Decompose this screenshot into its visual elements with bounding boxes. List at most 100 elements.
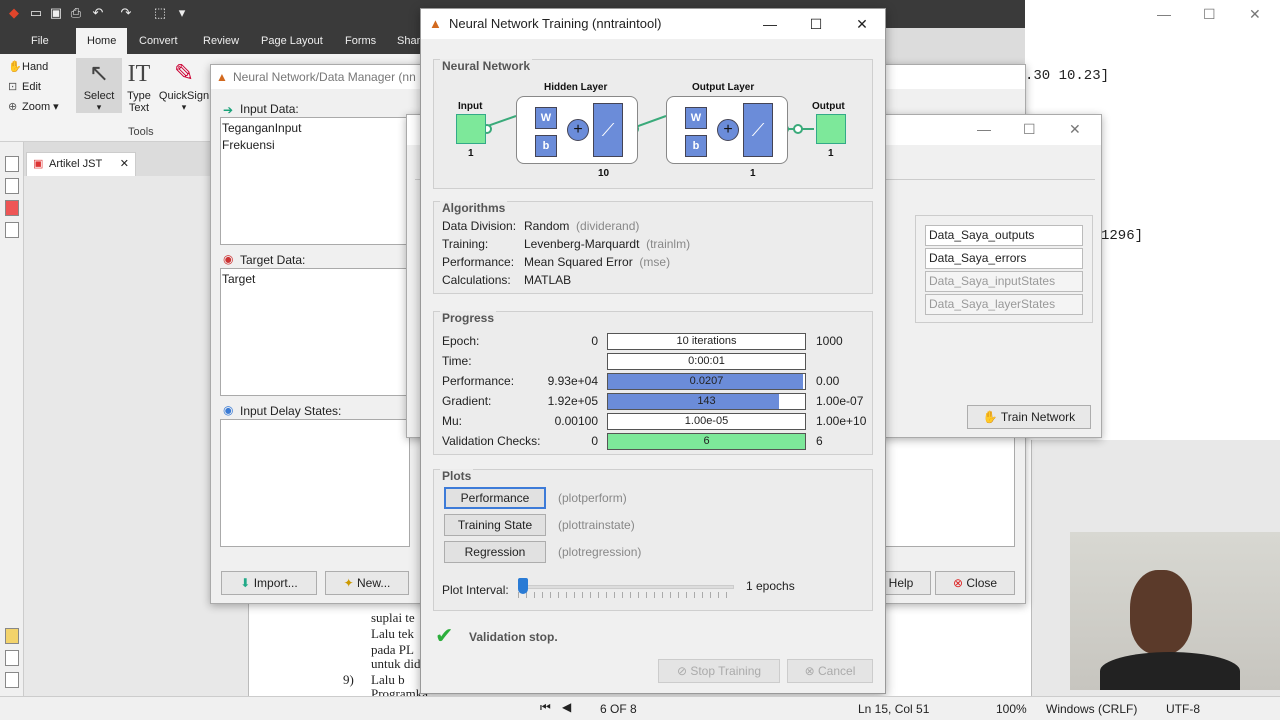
- plot-interval-slider[interactable]: [518, 578, 528, 594]
- stop-icon: ⊘: [676, 664, 687, 678]
- progress-row: Performance: 9.93e+04 0.0207 0.00: [434, 372, 874, 392]
- save-icon[interactable]: ▣: [48, 5, 64, 21]
- encoding: UTF-8: [1166, 702, 1200, 716]
- import-button[interactable]: ⬇ Import...: [221, 571, 317, 595]
- page-text-line: suplai te: [371, 610, 415, 625]
- redo-icon[interactable]: ↷: [118, 5, 134, 21]
- progress-value: 10 iterations: [676, 335, 737, 347]
- close-tab-icon[interactable]: ✕: [120, 153, 129, 175]
- maximize-icon[interactable]: ☐: [1203, 6, 1216, 23]
- matlab-icon: ▲: [429, 16, 442, 31]
- close-circle-icon: ⊗: [952, 576, 964, 590]
- prev-page-icon[interactable]: ◀: [562, 700, 571, 714]
- minimize-icon[interactable]: —: [747, 9, 793, 39]
- progress-bar: 10 iterations: [607, 333, 806, 350]
- train-network-button[interactable]: ✋ Train Network: [967, 405, 1091, 429]
- ribbon-tabs: File Home Convert Review Page Layout For…: [0, 28, 420, 54]
- tab-forms[interactable]: Forms: [334, 28, 387, 54]
- progress-min: 0: [591, 434, 598, 448]
- maximize-icon[interactable]: ☐: [793, 9, 839, 39]
- progress-label: Epoch:: [442, 334, 480, 348]
- progress-min: 0: [591, 334, 598, 348]
- target-data-label: Target Data:: [240, 253, 306, 267]
- progress-panel: Progress Epoch: 0 10 iterations 1000 Time: 0:…: [433, 311, 873, 455]
- print-icon[interactable]: ⎙: [68, 5, 84, 21]
- search-doc-icon[interactable]: [5, 178, 19, 194]
- quicksign-button[interactable]: ✎ QuickSign ▾: [158, 58, 210, 113]
- code-line: .30 10.23]: [1025, 68, 1110, 84]
- page-indicator[interactable]: 6 OF 8: [600, 702, 637, 716]
- plot-interval-ticks: [518, 592, 734, 598]
- plot-regression-button[interactable]: Regression: [444, 541, 546, 563]
- matlab-icon: ▲: [216, 70, 228, 84]
- progress-bar: 0:00:01: [607, 353, 806, 370]
- undo-icon[interactable]: ↶: [90, 5, 106, 21]
- delay-states-list[interactable]: [220, 419, 410, 547]
- edit-tool[interactable]: ⊡ Edit: [8, 80, 41, 93]
- customize-icon[interactable]: ▾: [174, 5, 190, 21]
- tab-file[interactable]: File: [20, 28, 60, 54]
- progress-bar: 6: [607, 433, 806, 450]
- tab-review[interactable]: Review: [192, 28, 250, 54]
- progress-value: 143: [697, 395, 716, 407]
- tab-home[interactable]: Home: [76, 28, 128, 54]
- select-tool-icon[interactable]: ⬚: [152, 5, 168, 21]
- progress-bar: 0.0207: [607, 373, 806, 390]
- pages-icon[interactable]: [5, 156, 19, 172]
- tab-convert[interactable]: Convert: [128, 28, 189, 54]
- page-list-number: 9): [343, 672, 354, 687]
- plots-panel: Plots Performance (plotperform) Training…: [433, 469, 873, 611]
- attachments-icon[interactable]: [5, 650, 19, 666]
- progress-bar: 143: [607, 393, 806, 410]
- new-button[interactable]: ✦ New...: [325, 571, 409, 595]
- maximize-icon[interactable]: ☐: [1023, 121, 1036, 138]
- network-diagram: [478, 115, 814, 134]
- progress-row: Time: 0:00:01: [434, 352, 874, 372]
- bookmarks-icon[interactable]: [5, 200, 19, 216]
- output-size: 1: [828, 148, 834, 159]
- close-button[interactable]: ⊗ Close: [935, 571, 1015, 595]
- output-field[interactable]: Data_Saya_errors: [925, 248, 1083, 269]
- input-node: [456, 114, 486, 144]
- plot-training-state-button[interactable]: Training State: [444, 514, 546, 536]
- progress-row: Mu: 0.00100 1.00e-05 1.00e+10: [434, 412, 874, 432]
- import-icon: ⬇: [240, 576, 251, 590]
- close-icon[interactable]: ✕: [1069, 121, 1081, 138]
- close-icon[interactable]: ✕: [839, 9, 885, 39]
- code-line: 1296]: [1101, 228, 1144, 244]
- progress-value: 0:00:01: [688, 355, 725, 367]
- close-icon[interactable]: ✕: [1249, 6, 1261, 23]
- output-field[interactable]: Data_Saya_outputs: [925, 225, 1083, 246]
- plot-performance-button[interactable]: Performance: [444, 487, 546, 509]
- hidden-bias: b: [535, 135, 557, 157]
- plot-function-label: (plotperform): [558, 491, 627, 505]
- progress-label: Performance:: [442, 374, 515, 388]
- page-text-line: untuk did: [371, 656, 421, 671]
- plot-interval-label: Plot Interval:: [442, 583, 509, 597]
- tab-page-layout[interactable]: Page Layout: [250, 28, 334, 54]
- document-tab[interactable]: ▣ Artikel JST ✕: [26, 152, 136, 176]
- list-item[interactable]: TeganganInput: [222, 120, 408, 137]
- minimize-icon[interactable]: —: [1157, 6, 1171, 22]
- zoom-icon: ⊕: [8, 101, 18, 113]
- list-item[interactable]: Target: [222, 271, 408, 288]
- comments-icon[interactable]: [5, 628, 19, 644]
- hand-tool[interactable]: ✋Hand: [8, 60, 48, 73]
- input-data-list[interactable]: TeganganInput Frekuensi: [220, 117, 410, 245]
- zoom-tool[interactable]: ⊕ Zoom ▾: [8, 100, 59, 113]
- first-page-icon[interactable]: ⏮: [540, 700, 551, 715]
- minimize-icon[interactable]: —: [977, 121, 991, 137]
- list-item[interactable]: Frekuensi: [222, 137, 408, 154]
- progress-row: Validation Checks: 0 6 6: [434, 432, 874, 452]
- layers-icon[interactable]: [5, 672, 19, 688]
- security-icon[interactable]: [5, 222, 19, 238]
- cancel-icon: ⊗: [804, 664, 815, 678]
- plot-interval-track[interactable]: [518, 585, 734, 589]
- open-icon[interactable]: ▭: [28, 5, 44, 21]
- hidden-weight: W: [535, 107, 557, 129]
- target-data-list[interactable]: Target: [220, 268, 410, 396]
- algorithms-panel: Algorithms Data Division: Random (divide…: [433, 201, 873, 294]
- type-text-button[interactable]: IT Type Text: [116, 58, 162, 114]
- hidden-layer-label: Hidden Layer: [544, 82, 608, 93]
- target-data-icon: ◉: [223, 252, 234, 266]
